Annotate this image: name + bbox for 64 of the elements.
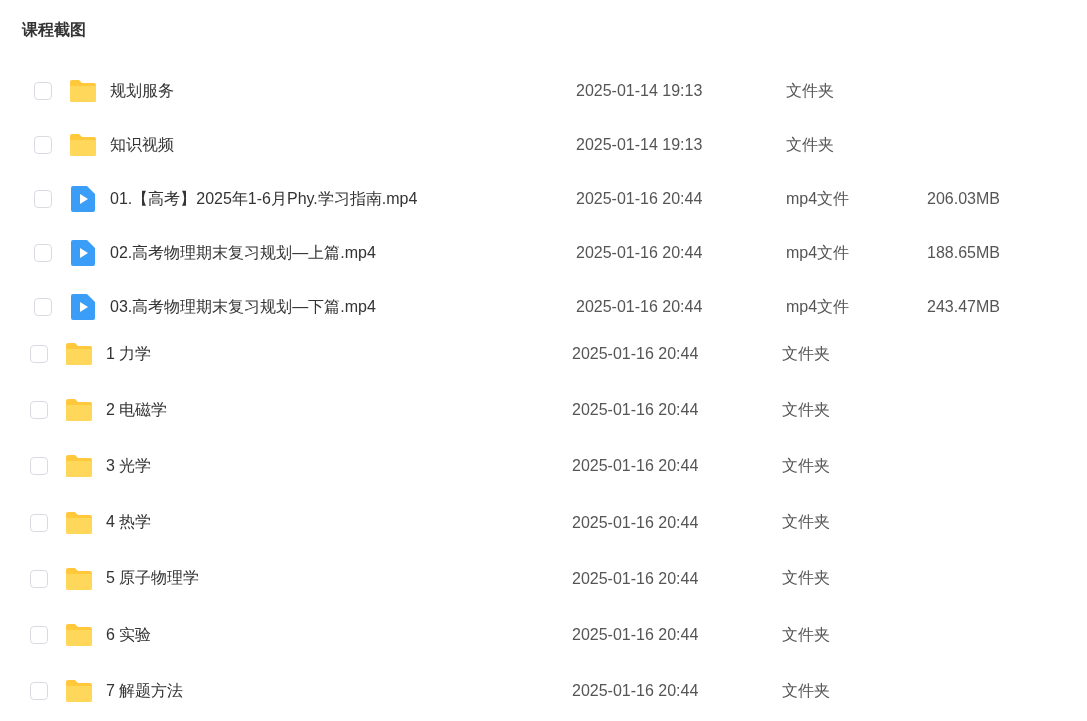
file-type: 文件夹 bbox=[782, 455, 831, 476]
file-name[interactable]: 4 热学 bbox=[106, 512, 572, 534]
checkbox[interactable] bbox=[30, 682, 48, 701]
folder-icon bbox=[65, 398, 93, 423]
checkbox[interactable] bbox=[34, 190, 52, 208]
checkbox[interactable] bbox=[34, 244, 52, 262]
file-size: 243.47MB bbox=[927, 298, 1000, 316]
file-name[interactable]: 3 光学 bbox=[106, 455, 572, 477]
folder-icon bbox=[65, 679, 93, 704]
file-name[interactable]: 规划服务 bbox=[110, 80, 576, 102]
file-size: 188.65MB bbox=[927, 244, 1000, 262]
section-title: 课程截图 bbox=[22, 20, 87, 40]
folder-icon bbox=[69, 79, 97, 103]
checkbox[interactable] bbox=[34, 82, 52, 100]
video-file-icon bbox=[71, 240, 95, 266]
file-type: 文件夹 bbox=[786, 80, 835, 101]
folder-icon bbox=[65, 510, 93, 535]
file-type: 文件夹 bbox=[782, 624, 831, 645]
file-type: 文件夹 bbox=[782, 680, 831, 701]
folder-icon bbox=[65, 566, 93, 591]
modified-date: 2025-01-16 20:44 bbox=[572, 513, 700, 532]
folder-icon bbox=[65, 623, 93, 648]
file-name[interactable]: 知识视频 bbox=[110, 134, 576, 156]
checkbox[interactable] bbox=[30, 626, 48, 645]
folder-icon bbox=[65, 454, 93, 479]
file-type: 文件夹 bbox=[782, 399, 831, 420]
file-size: 206.03MB bbox=[927, 190, 1000, 208]
modified-date: 2025-01-16 20:44 bbox=[576, 298, 704, 316]
modified-date: 2025-01-16 20:44 bbox=[572, 626, 700, 645]
file-name[interactable]: 01.【高考】2025年1-6月Phy.学习指南.mp4 bbox=[110, 188, 576, 210]
file-type: mp4文件 bbox=[786, 242, 851, 263]
checkbox[interactable] bbox=[34, 136, 52, 154]
checkbox[interactable] bbox=[30, 401, 48, 420]
file-name[interactable]: 03.高考物理期末复习规划—下篇.mp4 bbox=[110, 296, 576, 318]
modified-date: 2025-01-16 20:44 bbox=[572, 457, 700, 476]
video-file-icon bbox=[71, 186, 95, 212]
file-type: 文件夹 bbox=[786, 134, 835, 155]
file-name[interactable]: 2 电磁学 bbox=[106, 399, 572, 421]
modified-date: 2025-01-14 19:13 bbox=[576, 136, 704, 154]
file-type: 文件夹 bbox=[782, 568, 831, 589]
file-type: 文件夹 bbox=[782, 343, 831, 364]
modified-date: 2025-01-14 19:13 bbox=[576, 82, 704, 100]
checkbox[interactable] bbox=[30, 569, 48, 588]
file-type: 文件夹 bbox=[782, 512, 831, 533]
folder-icon bbox=[69, 133, 97, 157]
file-name[interactable]: 6 实验 bbox=[106, 624, 572, 646]
modified-date: 2025-01-16 20:44 bbox=[576, 190, 704, 208]
modified-date: 2025-01-16 20:44 bbox=[572, 569, 700, 588]
checkbox[interactable] bbox=[34, 298, 52, 316]
file-name[interactable]: 5 原子物理学 bbox=[106, 568, 572, 590]
checkbox[interactable] bbox=[30, 345, 48, 364]
video-file-icon bbox=[71, 294, 95, 320]
file-name[interactable]: 02.高考物理期末复习规划—上篇.mp4 bbox=[110, 242, 576, 264]
file-name[interactable]: 1 力学 bbox=[106, 343, 572, 365]
folder-icon bbox=[65, 342, 93, 367]
file-name[interactable]: 7 解题方法 bbox=[106, 680, 572, 702]
checkbox[interactable] bbox=[30, 513, 48, 532]
modified-date: 2025-01-16 20:44 bbox=[572, 682, 700, 701]
modified-date: 2025-01-16 20:44 bbox=[572, 345, 700, 364]
file-type: mp4文件 bbox=[786, 188, 851, 209]
modified-date: 2025-01-16 20:44 bbox=[576, 244, 704, 262]
file-type: mp4文件 bbox=[786, 296, 851, 317]
modified-date: 2025-01-16 20:44 bbox=[572, 401, 700, 420]
checkbox[interactable] bbox=[30, 457, 48, 476]
